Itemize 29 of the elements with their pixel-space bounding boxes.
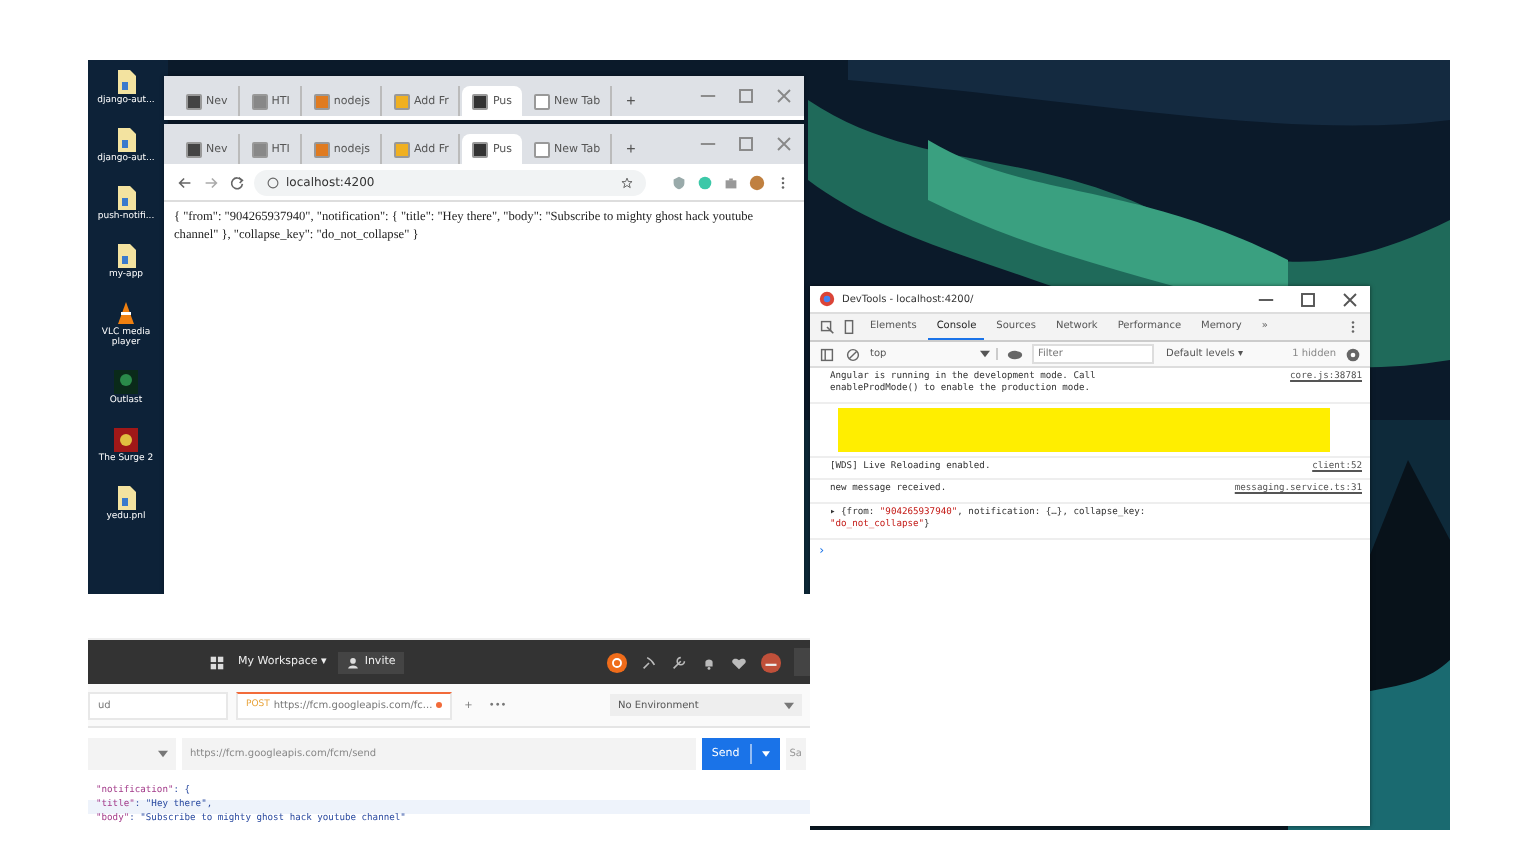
caret-icon <box>980 350 990 358</box>
avatar-icon[interactable] <box>760 651 782 673</box>
wrench-icon[interactable] <box>670 653 688 671</box>
caret-icon <box>784 701 794 709</box>
info-icon <box>266 175 280 189</box>
maximize-icon[interactable] <box>1296 287 1320 311</box>
search-field[interactable] <box>794 648 810 676</box>
inspect-icon[interactable] <box>818 318 836 336</box>
back-arrow-icon[interactable] <box>176 173 194 191</box>
new-tab-button[interactable]: + <box>614 86 648 116</box>
grid-icon <box>208 653 226 671</box>
settings-icon[interactable] <box>1344 345 1362 363</box>
clear-icon[interactable] <box>844 345 862 363</box>
sync-icon[interactable] <box>606 651 628 673</box>
camera-icon[interactable] <box>722 173 740 191</box>
close-icon[interactable] <box>1338 287 1362 311</box>
sidebar-icon[interactable] <box>818 345 836 363</box>
device-icon[interactable] <box>840 318 858 336</box>
caret-icon <box>158 750 168 758</box>
chrome-logo-icon <box>818 290 836 308</box>
caret-icon <box>761 750 770 758</box>
person-icon <box>346 655 361 669</box>
reload-icon[interactable] <box>228 173 246 191</box>
heart-icon[interactable] <box>730 653 748 671</box>
star-icon[interactable] <box>620 175 634 189</box>
traffic-cone-icon[interactable] <box>112 299 140 328</box>
game-icon[interactable] <box>112 367 140 396</box>
new-tab-button[interactable]: + <box>614 134 648 164</box>
eye-icon[interactable] <box>1006 345 1024 363</box>
